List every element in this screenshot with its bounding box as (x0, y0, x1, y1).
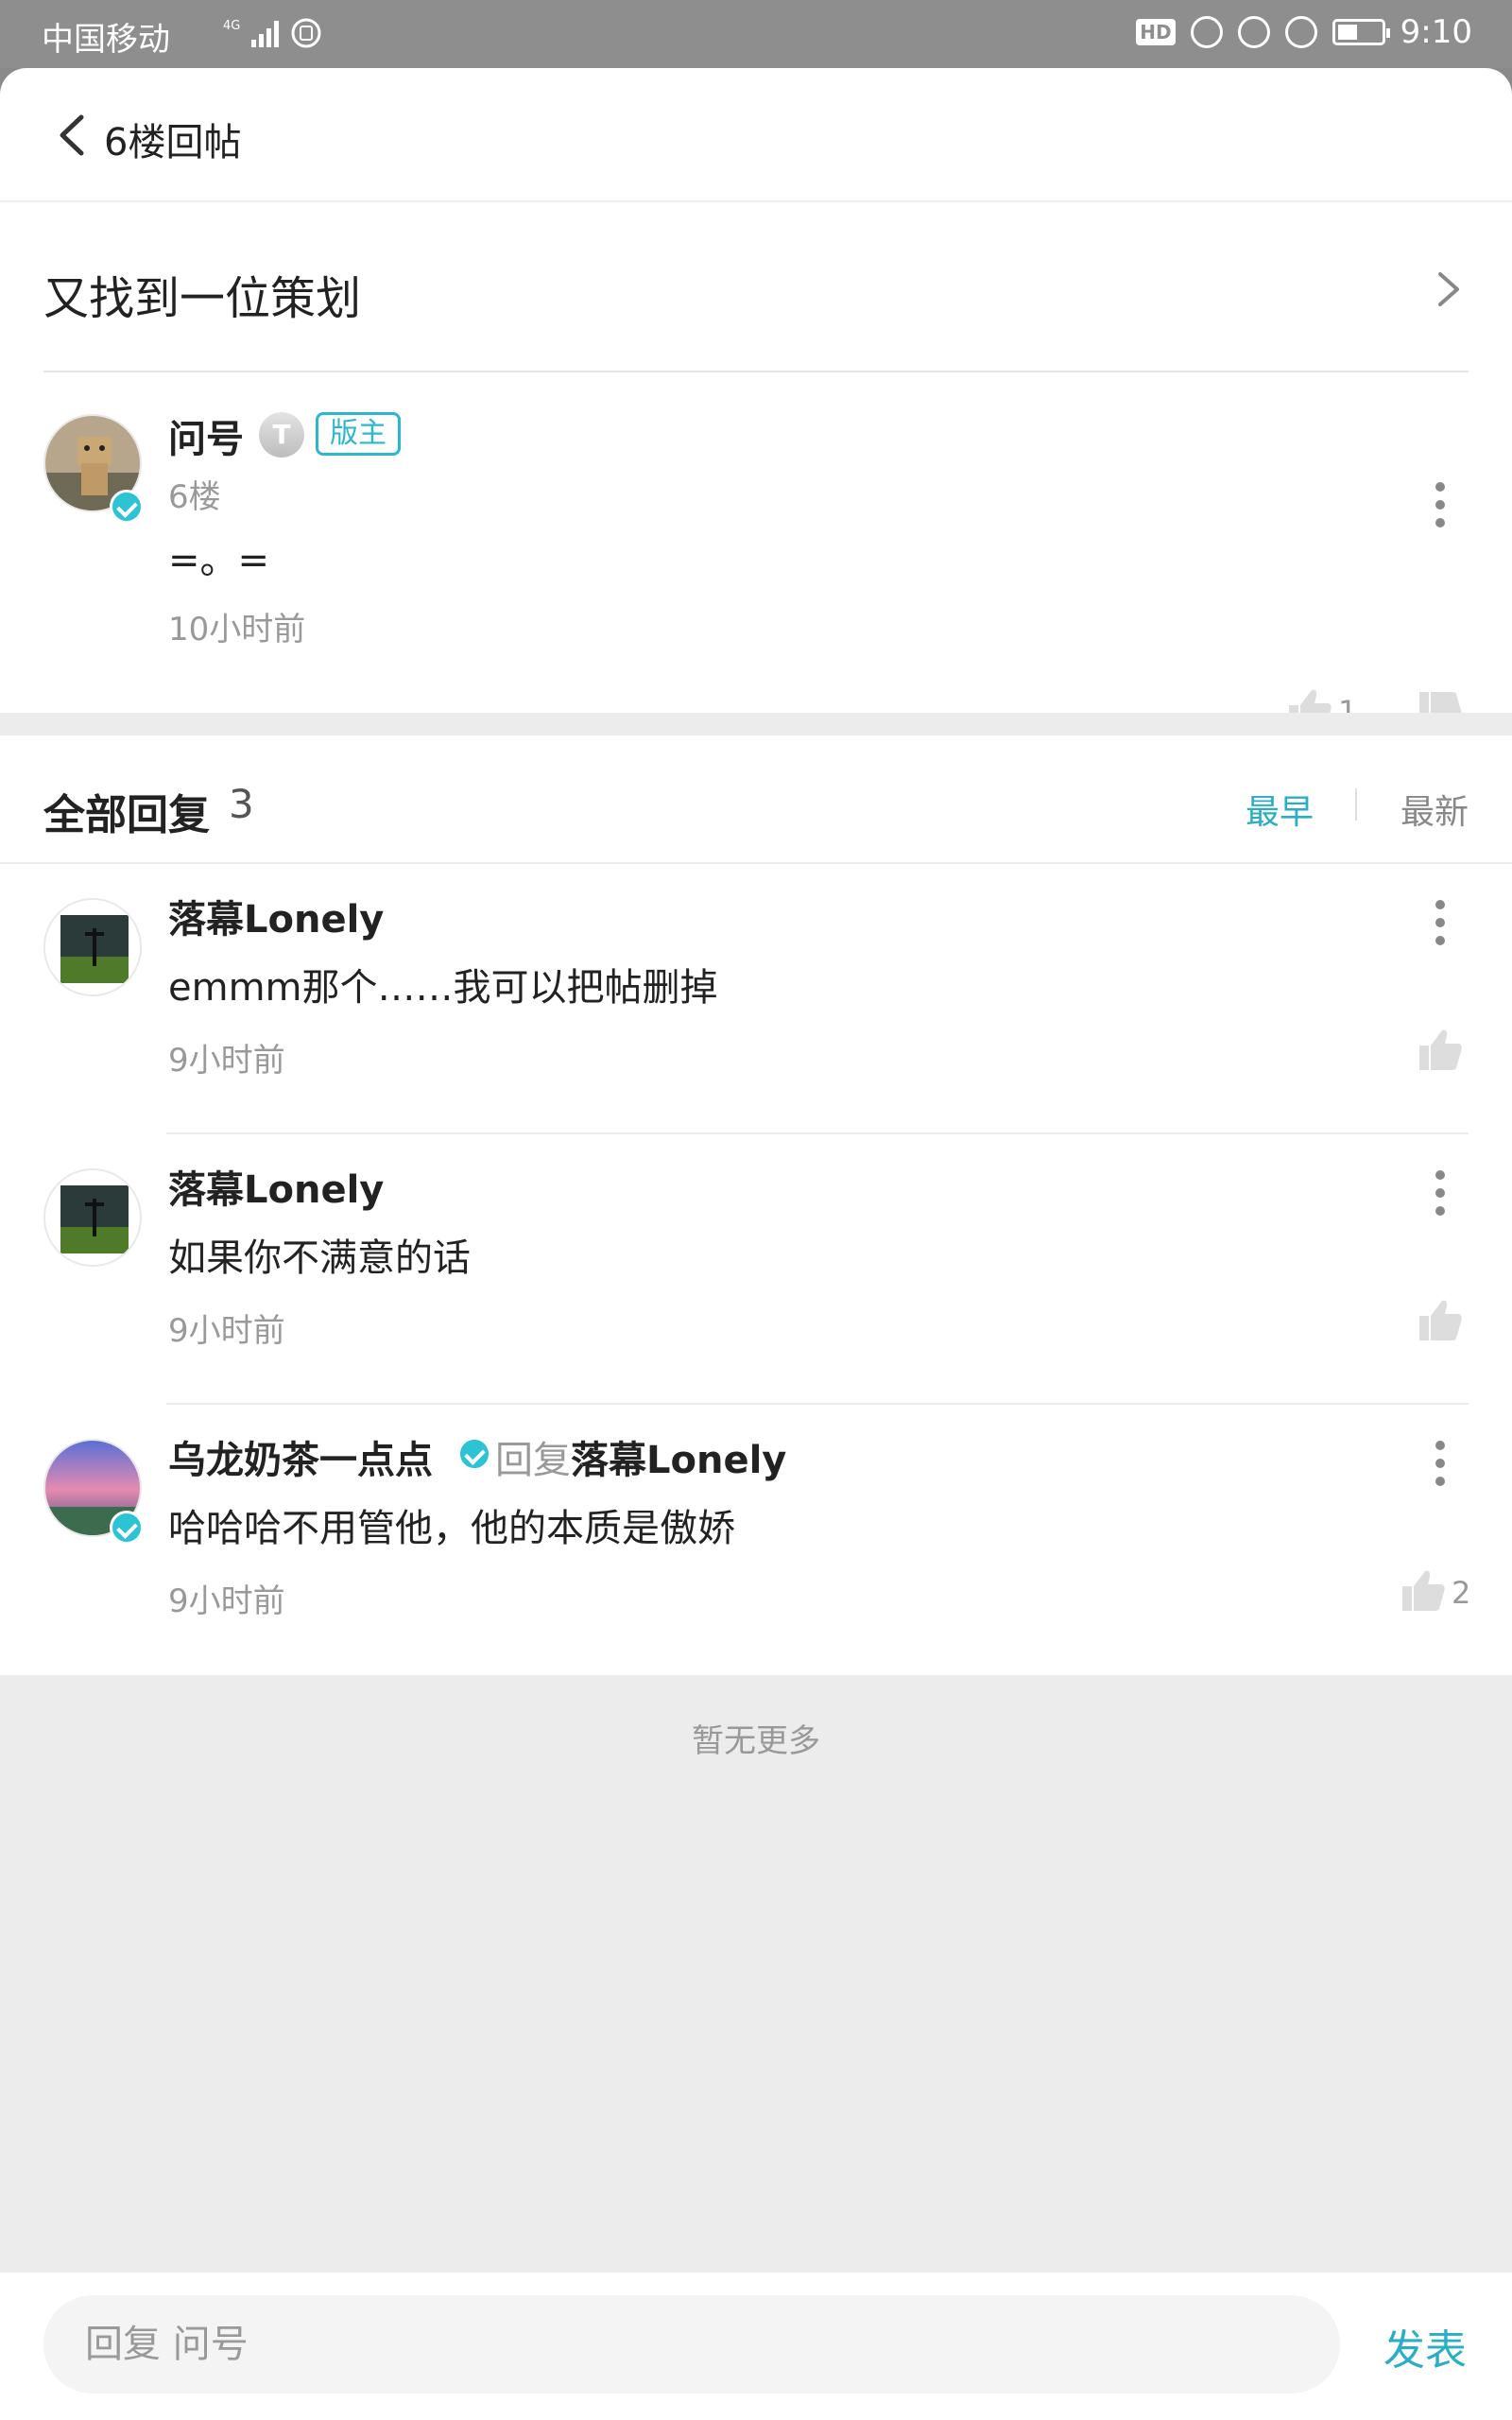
reply-time: 9小时前 (168, 1582, 285, 1620)
alarm-icon (1237, 16, 1270, 48)
chevron-right-icon (1438, 272, 1459, 306)
post-time: 10小时前 (168, 611, 306, 648)
verified-icon (110, 1511, 144, 1545)
reply-content: 如果你不满意的话 (168, 1236, 471, 1280)
floor-post: 问号 T 版主 6楼 =。= 10小时前 1 (0, 372, 1512, 733)
like-count: 2 (1452, 1575, 1471, 1611)
like-icon[interactable] (1400, 1567, 1446, 1613)
no-more-label: 暂无更多 (692, 1722, 820, 1760)
signal-icon: 4G (223, 17, 327, 58)
reply-target-user[interactable]: 落幕Lonely (571, 1439, 786, 1482)
replies-label: 全部回复 (43, 791, 210, 839)
avatar[interactable] (43, 898, 142, 996)
status-bar: 中国移动 4G HD 9:10 (0, 0, 1512, 68)
like-icon[interactable] (1418, 1297, 1463, 1342)
speed-icon (1284, 16, 1317, 48)
like-icon[interactable] (1418, 1027, 1463, 1072)
sort-divider (1355, 788, 1357, 821)
hd-icon: HD (1136, 19, 1176, 45)
reply-author[interactable]: 落幕Lonely (168, 1159, 384, 1214)
reply-content: emmm那个……我可以把帖删掉 (168, 966, 718, 1010)
section-gap (0, 713, 1512, 735)
floor-reply-sheet: 6楼回帖 又找到一位策划 问号 T 版主 6楼 =。= 10小时前 1 全部回复… (0, 68, 1512, 2420)
sort-latest-tab[interactable]: 最新 (1400, 785, 1469, 834)
reply-item: 落幕Lonely emmm那个……我可以把帖删掉 9小时前 (0, 864, 1512, 1134)
send-button[interactable]: 发表 (1383, 2316, 1467, 2377)
network-type: 4G (223, 19, 240, 33)
page-title: 6楼回帖 (104, 121, 242, 164)
moderator-badge: 版主 (316, 412, 401, 456)
top-bar: 6楼回帖 (0, 68, 1512, 202)
more-options-icon[interactable] (1435, 1441, 1446, 1490)
status-icons: HD 9:10 (1136, 13, 1472, 51)
battery-icon (1332, 19, 1390, 45)
reply-to-label: 回复落幕Lonely (495, 1429, 786, 1484)
reply-item: 乌龙奶茶一点点 回复落幕Lonely 哈哈哈不用管他，他的本质是傲娇 9小时前 … (0, 1405, 1512, 1675)
reply-author[interactable]: 乌龙奶茶一点点 (168, 1429, 433, 1484)
verified-icon (457, 1437, 491, 1471)
more-options-icon[interactable] (1435, 1170, 1446, 1219)
carrier-name: 中国移动 (42, 21, 170, 59)
reply-time: 9小时前 (168, 1042, 285, 1080)
data-saver-icon (1190, 16, 1223, 48)
floor-number: 6楼 (168, 478, 221, 516)
more-options-icon[interactable] (1435, 482, 1446, 531)
avatar[interactable] (43, 1168, 142, 1267)
post-content: =。= (168, 539, 270, 582)
reply-item: 落幕Lonely 如果你不满意的话 9小时前 (0, 1134, 1512, 1405)
verified-icon (110, 490, 144, 524)
reply-compose-bar: 回复 问号 发表 (0, 2273, 1512, 2420)
reply-content: 哈哈哈不用管他，他的本质是傲娇 (168, 1507, 735, 1550)
thread-link-row[interactable]: 又找到一位策划 (0, 202, 1512, 372)
more-options-icon[interactable] (1435, 900, 1446, 949)
clock: 9:10 (1400, 13, 1472, 51)
replies-count: 3 (229, 781, 254, 827)
level-badge: T (259, 412, 304, 458)
reply-input[interactable]: 回复 问号 (43, 2295, 1340, 2394)
reply-word: 回复 (495, 1439, 571, 1482)
replies-header: 全部回复 3 最早 最新 (0, 735, 1512, 864)
thread-title: 又找到一位策划 (43, 272, 362, 325)
back-arrow-icon[interactable] (53, 112, 91, 159)
reply-author[interactable]: 落幕Lonely (168, 889, 384, 943)
sort-earliest-tab[interactable]: 最早 (1246, 785, 1314, 834)
end-of-list-area: 暂无更多 (0, 1675, 1512, 2344)
post-author[interactable]: 问号 (168, 408, 244, 463)
reply-time: 9小时前 (168, 1312, 285, 1350)
